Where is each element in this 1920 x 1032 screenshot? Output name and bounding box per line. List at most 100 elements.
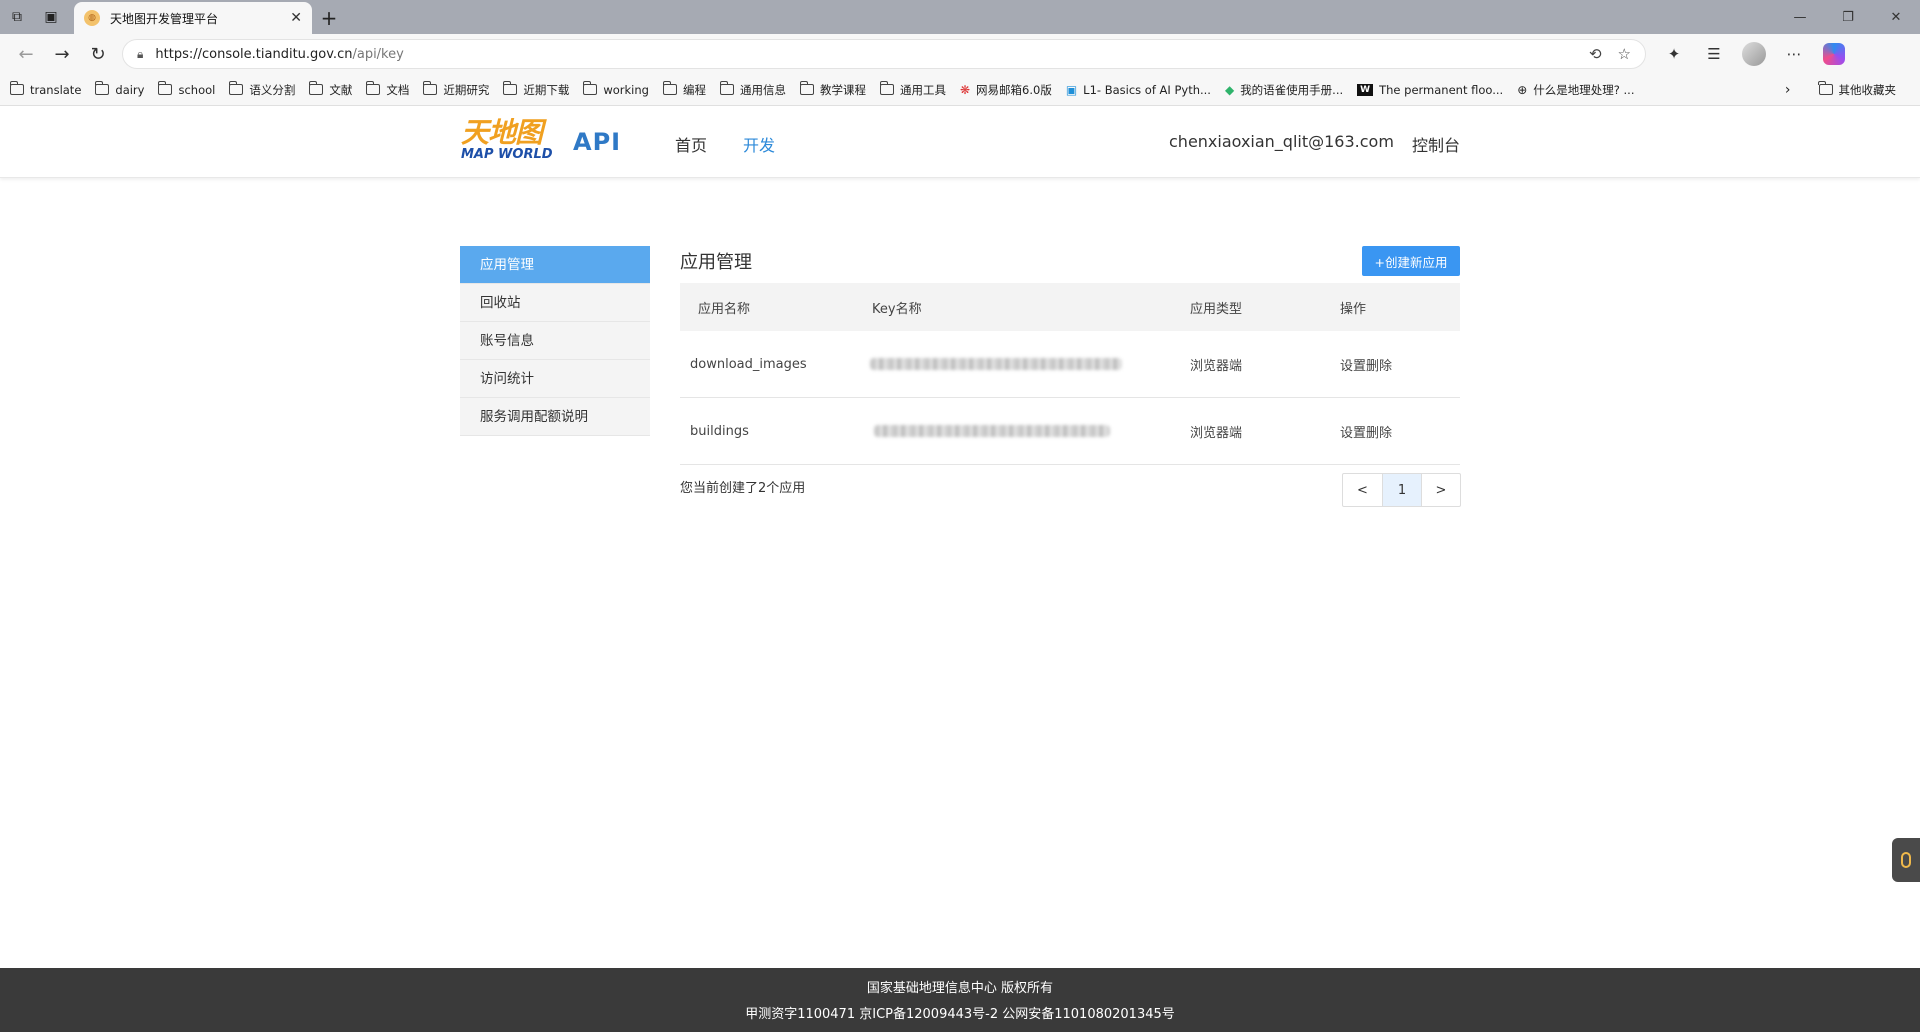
redacted-key bbox=[870, 358, 1122, 370]
bookmark-courses[interactable]: 教学课程 bbox=[799, 81, 866, 98]
new-tab-button[interactable]: + bbox=[312, 2, 346, 34]
pagination: < 1 > bbox=[1342, 473, 1461, 507]
folder-icon bbox=[582, 81, 598, 95]
minimize-icon[interactable]: — bbox=[1776, 0, 1824, 34]
refresh-icon[interactable]: ↻ bbox=[80, 38, 116, 70]
bookmark-school[interactable]: school bbox=[158, 81, 215, 97]
bookmark-ai-basics[interactable]: ▣ L1- Basics of AI Pyth... bbox=[1066, 83, 1211, 97]
sidebar: 应用管理 回收站 账号信息 访问统计 服务调用配额说明 bbox=[460, 246, 650, 436]
actions-cell[interactable]: 设置删除 bbox=[1340, 422, 1460, 441]
copilot-icon[interactable] bbox=[1814, 38, 1854, 70]
bookmark-label: 文档 bbox=[386, 82, 410, 97]
redacted-key bbox=[874, 425, 1110, 437]
sidebar-item-app-management[interactable]: 应用管理 bbox=[460, 246, 650, 284]
bookmark-label: 通用工具 bbox=[899, 82, 946, 97]
globe-icon: ⊕ bbox=[1517, 82, 1528, 97]
bookmark-label: 近期研究 bbox=[443, 82, 490, 97]
bookmark-docs[interactable]: 文档 bbox=[365, 81, 410, 98]
bookmark-label: 我的语雀使用手册... bbox=[1240, 82, 1344, 97]
url-field[interactable]: 🔒︎ https://console.tianditu.gov.cn/api/k… bbox=[122, 39, 1646, 69]
key-cell bbox=[870, 358, 1190, 370]
bookmark-programming[interactable]: 编程 bbox=[662, 81, 706, 98]
bookmark-recent-research[interactable]: 近期研究 bbox=[422, 81, 490, 98]
forward-icon[interactable]: → bbox=[44, 38, 80, 70]
read-aloud-icon[interactable]: ⟲ bbox=[1589, 45, 1602, 63]
bookmark-dairy[interactable]: dairy bbox=[94, 81, 145, 97]
user-email-link[interactable]: chenxiaoxian_qlit@163.com bbox=[1169, 132, 1394, 151]
prev-page-button[interactable]: < bbox=[1343, 474, 1382, 506]
bookmark-tools[interactable]: 通用工具 bbox=[879, 81, 946, 98]
favorites-icon[interactable]: ☰ bbox=[1694, 38, 1734, 70]
bookmark-recent-downloads[interactable]: 近期下载 bbox=[502, 81, 570, 98]
bookmark-translate[interactable]: translate bbox=[9, 81, 82, 97]
close-window-icon[interactable]: ✕ bbox=[1872, 0, 1920, 34]
url-path: /api/key bbox=[352, 46, 404, 62]
back-icon[interactable]: ← bbox=[8, 38, 44, 70]
bookmark-label: 近期下载 bbox=[523, 82, 570, 97]
column-header-key-name: Key名称 bbox=[872, 301, 922, 317]
sidebar-item-account-info[interactable]: 账号信息 bbox=[460, 322, 650, 360]
app-count-summary: 您当前创建了2个应用 bbox=[680, 481, 806, 496]
console-link[interactable]: 控制台 bbox=[1412, 132, 1460, 156]
app-type-cell: 浏览器端 bbox=[1190, 425, 1243, 441]
page-title: 应用管理 bbox=[680, 252, 752, 273]
site-favicon-icon: ◍ bbox=[84, 10, 100, 26]
bookmarks-overflow-chevron-icon[interactable]: › bbox=[1785, 82, 1791, 98]
bookmark-segmentation[interactable]: 语义分割 bbox=[228, 81, 295, 98]
bookmark-label: 教学课程 bbox=[819, 82, 866, 97]
folder-icon bbox=[365, 81, 381, 95]
nav-develop-link[interactable]: 开发 bbox=[743, 132, 775, 156]
bookmark-mail[interactable]: ❋ 网易邮箱6.0版 bbox=[960, 82, 1052, 98]
yuque-icon: ◆ bbox=[1224, 82, 1235, 97]
bookmark-general-info[interactable]: 通用信息 bbox=[719, 81, 786, 98]
actions-cell[interactable]: 设置删除 bbox=[1340, 355, 1460, 374]
bookmark-label: dairy bbox=[115, 82, 145, 97]
bilibili-icon: ▣ bbox=[1065, 82, 1078, 97]
folder-icon bbox=[94, 81, 110, 95]
sidebar-item-recycle-bin[interactable]: 回收站 bbox=[460, 284, 650, 322]
bookmark-permanent-flood[interactable]: W The permanent floo... bbox=[1357, 83, 1503, 97]
floating-assistant-button[interactable] bbox=[1892, 838, 1920, 882]
sidebar-item-access-stats[interactable]: 访问统计 bbox=[460, 360, 650, 398]
next-page-button[interactable]: > bbox=[1421, 474, 1460, 506]
column-header-app-name: 应用名称 bbox=[698, 301, 751, 317]
workspaces-icon[interactable]: ⧉ bbox=[0, 0, 34, 34]
favorite-star-icon[interactable]: ☆ bbox=[1618, 45, 1631, 63]
api-label: API bbox=[573, 128, 622, 156]
close-tab-icon[interactable]: ✕ bbox=[290, 10, 302, 26]
folder-icon bbox=[662, 81, 677, 95]
folder-icon bbox=[422, 81, 438, 95]
folder-icon bbox=[308, 81, 324, 95]
browser-tab[interactable]: ◍ 天地图开发管理平台 ✕ bbox=[74, 2, 312, 34]
create-app-button[interactable]: +创建新应用 bbox=[1362, 246, 1460, 276]
bookmark-label: working bbox=[603, 82, 649, 97]
folder-icon bbox=[228, 81, 244, 95]
bookmark-other-favorites[interactable]: 其他收藏夹 bbox=[1818, 81, 1896, 98]
extensions-icon[interactable]: ✦ bbox=[1654, 38, 1694, 70]
lock-icon[interactable]: 🔒︎ bbox=[137, 47, 143, 62]
folder-icon bbox=[719, 81, 734, 95]
tianditu-logo[interactable]: 天地图 MAP WORLD bbox=[461, 118, 555, 166]
tab-actions-icon[interactable]: ▣ bbox=[34, 0, 68, 34]
nav-home-link[interactable]: 首页 bbox=[675, 132, 707, 156]
page-1-button[interactable]: 1 bbox=[1382, 474, 1421, 506]
browser-tab-strip: ⧉ ▣ ◍ 天地图开发管理平台 ✕ + — ❐ ✕ bbox=[0, 0, 1920, 34]
site-header: 天地图 MAP WORLD API 首页 开发 chenxiaoxian_qli… bbox=[0, 106, 1920, 178]
sidebar-item-quota-info[interactable]: 服务调用配额说明 bbox=[460, 398, 650, 436]
bookmark-literature[interactable]: 文献 bbox=[308, 81, 353, 98]
folder-icon bbox=[879, 81, 894, 95]
column-header-app-type: 应用类型 bbox=[1190, 301, 1243, 317]
apps-table: 应用名称 Key名称 应用类型 操作 download_images 浏览器端 … bbox=[680, 283, 1460, 465]
more-menu-icon[interactable]: ⋯ bbox=[1774, 38, 1814, 70]
bookmark-working[interactable]: working bbox=[582, 81, 649, 97]
profile-icon[interactable] bbox=[1734, 38, 1774, 70]
table-header: 应用名称 Key名称 应用类型 操作 bbox=[680, 283, 1460, 331]
bookmark-label: 文献 bbox=[329, 82, 353, 97]
restore-icon[interactable]: ❐ bbox=[1824, 0, 1872, 34]
bookmark-label: translate bbox=[30, 82, 82, 97]
bookmark-label: 什么是地理处理? ... bbox=[1533, 82, 1635, 97]
folder-icon bbox=[799, 81, 814, 95]
bookmark-yuque[interactable]: ◆ 我的语雀使用手册... bbox=[1225, 82, 1343, 98]
bookmark-geoprocessing[interactable]: ⊕ 什么是地理处理? ... bbox=[1517, 82, 1634, 98]
bookmark-label: The permanent floo... bbox=[1379, 82, 1504, 97]
